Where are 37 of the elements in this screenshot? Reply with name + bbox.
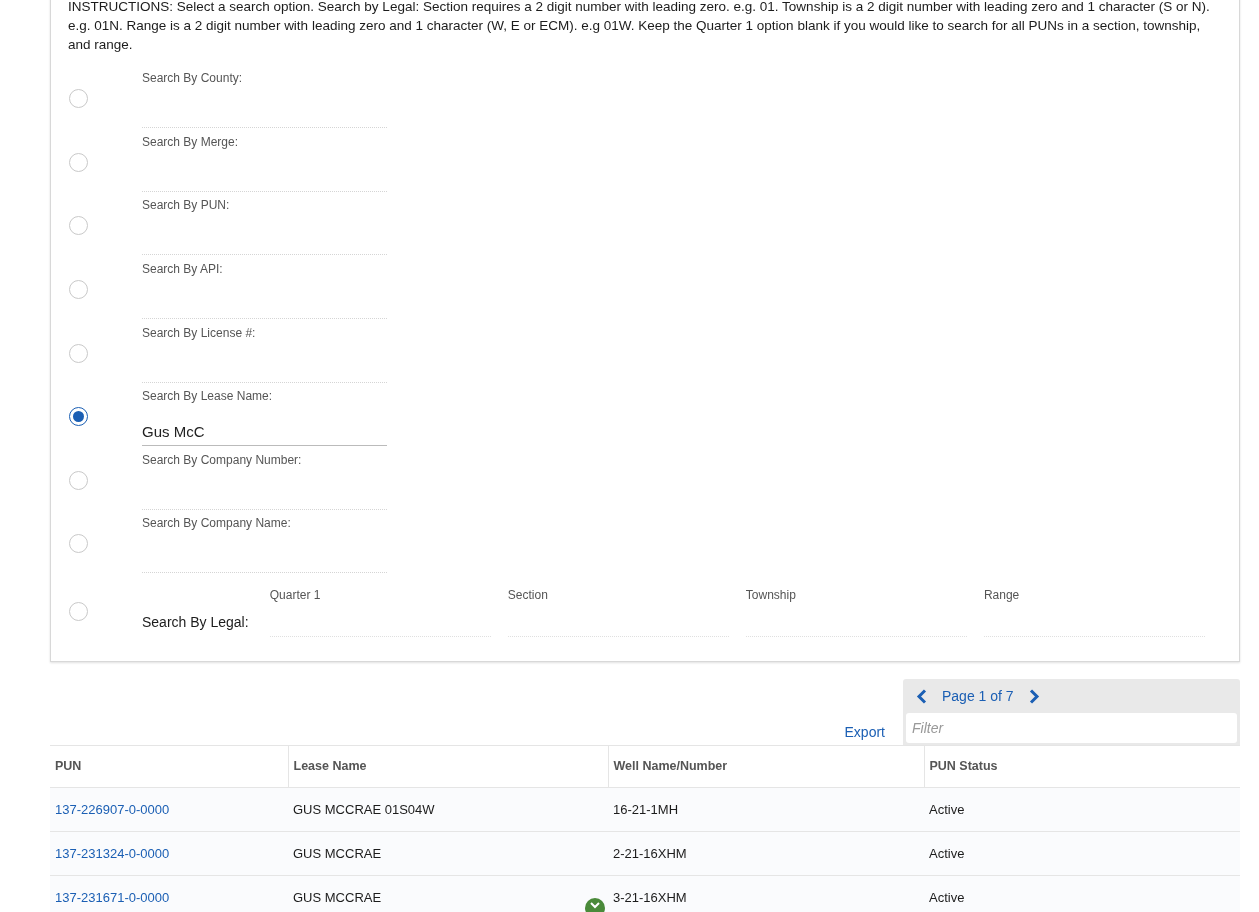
column-header: Well Name/Number: [608, 745, 924, 788]
column-header: Lease Name: [288, 745, 608, 788]
export-link[interactable]: Export: [844, 722, 885, 744]
column-header: PUN Status: [924, 745, 1240, 788]
field-label: Quarter 1: [269, 587, 322, 605]
table-cell: GUS MCCRAE 01S04W: [288, 787, 608, 832]
field-label: Search By Company Number:: [142, 451, 303, 469]
field-label: Search By Merge:: [142, 133, 240, 151]
filter-field[interactable]: Filter: [906, 713, 1237, 744]
field-label: Range: [983, 587, 1021, 605]
field-label: Search By License #:: [142, 324, 257, 342]
text-field[interactable]: Gus McC: [142, 417, 387, 447]
table-cell: Active: [924, 787, 1240, 832]
instructions-text: INSTRUCTIONS: Select a search option. Search by Legal: Section requires a 2 digit number with leading zero. e.g. 01. Township is a 2 digit number with leading zero and 1 character (S or N). e.g. 01N. Range is a 2 digit number with leading zero and 1 character (W, E or ECM). e.g 01W. Keep the Quarter 1 option blank if you would like to search for all PUNs in a section, township, and range.: [68, 0, 1211, 54]
chevron-down-icon: [590, 902, 600, 909]
field-label: Search By Company Name:: [142, 515, 292, 533]
table-cell: 2-21-16XHM: [608, 831, 924, 876]
field-label: Search By API:: [142, 261, 224, 279]
previous-page-button[interactable]: [914, 687, 928, 706]
next-page-button[interactable]: [1027, 687, 1042, 706]
table-cell: 3-21-16XHM: [608, 875, 924, 912]
pun-link[interactable]: 137-226907-0-0000: [55, 802, 170, 818]
table-cell: 16-21-1MH: [608, 787, 924, 832]
table-cell: GUS MCCRAE: [288, 875, 608, 912]
radio-button[interactable]: [69, 407, 88, 427]
pun-link[interactable]: 137-231324-0-0000: [55, 846, 170, 862]
field-label: Township: [745, 587, 797, 605]
field-label: Search By Legal:: [142, 613, 250, 633]
field-label: Search By Lease Name:: [142, 388, 274, 406]
column-header: PUN: [50, 745, 288, 788]
page-indicator: Page 1 of 7: [942, 686, 1014, 706]
table-cell: GUS MCCRAE: [288, 831, 608, 876]
table-cell: Active: [924, 831, 1240, 876]
field-label: Section: [507, 587, 549, 605]
table-cell: Active: [924, 875, 1240, 912]
field-label: Search By County:: [142, 70, 244, 88]
field-label: Search By PUN:: [142, 197, 231, 215]
